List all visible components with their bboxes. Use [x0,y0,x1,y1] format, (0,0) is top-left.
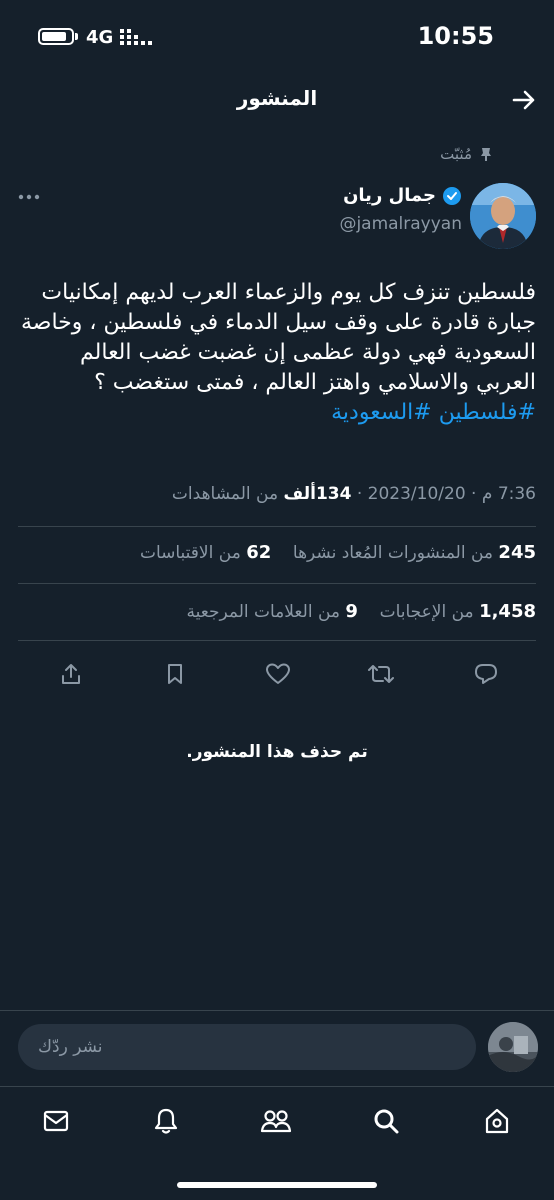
divider [18,640,536,641]
reposts-label[interactable]: من المنشورات المُعاد نشرها [293,543,493,563]
home-icon[interactable] [477,1101,517,1141]
bookmark-icon[interactable] [155,654,195,694]
search-icon[interactable] [366,1101,406,1141]
likes-label[interactable]: من الإعجابات [380,602,474,622]
stats-likes-bookmarks[interactable]: 1,458 من الإعجابات 9 من العلامات المرجعي… [187,601,536,622]
notifications-icon[interactable] [146,1101,186,1141]
views-label: من المشاهدات [171,484,279,504]
verified-badge-icon [442,186,462,206]
divider [18,526,536,527]
pinned-indicator: مُثبّت [440,145,494,163]
like-icon[interactable] [258,654,298,694]
likes-count[interactable]: 1,458 [479,601,536,622]
network-label: 4G [86,27,114,48]
tweet-meta: 7:36 م · 2023/10/20 · 134ألف من المشاهدا… [171,484,536,504]
tweet-body: فلسطين تنزف كل يوم والزعماء العرب لديهم … [20,280,536,395]
author-name-row[interactable]: جمال ريان [343,185,462,206]
user-avatar[interactable] [488,1022,538,1072]
quotes-count[interactable]: 62 [246,542,271,563]
reply-placeholder: نشر ردّك [38,1037,103,1057]
author-handle[interactable]: @jamalrayyan [339,214,462,234]
pin-icon [478,146,494,162]
divider [18,583,536,584]
author-name[interactable]: جمال ريان [343,185,436,206]
communities-icon[interactable] [256,1101,296,1141]
page-title: المنشور [236,86,318,110]
status-bar: 4G 10:55 [0,0,554,80]
home-indicator [177,1182,377,1188]
post-time: 7:36 م [481,484,536,504]
stats-reposts-quotes[interactable]: 245 من المنشورات المُعاد نشرها 62 من الا… [140,542,536,563]
bookmarks-count[interactable]: 9 [345,601,358,622]
signal-icon [120,29,152,45]
post-date: 2023/10/20 [367,484,466,504]
repost-icon[interactable] [361,654,401,694]
avatar[interactable] [470,183,536,249]
battery-cap [75,33,78,40]
tweet-hashtags[interactable]: #فلسطين #السعودية [331,400,536,425]
bookmarks-label[interactable]: من العلامات المرجعية [187,602,340,622]
battery-icon [38,28,74,45]
reply-input[interactable]: نشر ردّك [18,1024,476,1070]
messages-icon[interactable] [36,1101,76,1141]
share-icon[interactable] [51,654,91,694]
tweet-action-bar [0,654,554,694]
reply-icon[interactable] [466,654,506,694]
quotes-label[interactable]: من الاقتباسات [140,543,241,563]
views-count: 134ألف [283,484,352,504]
pinned-label: مُثبّت [440,145,472,163]
more-options-icon[interactable] [18,194,40,200]
bottom-nav [0,1086,554,1151]
clock: 10:55 [417,22,494,50]
deleted-notice: تم حذف هذا المنشور. [186,742,368,762]
back-arrow-icon[interactable] [510,86,538,114]
tweet-text: فلسطين تنزف كل يوم والزعماء العرب لديهم … [18,278,536,428]
reposts-count[interactable]: 245 [498,542,536,563]
